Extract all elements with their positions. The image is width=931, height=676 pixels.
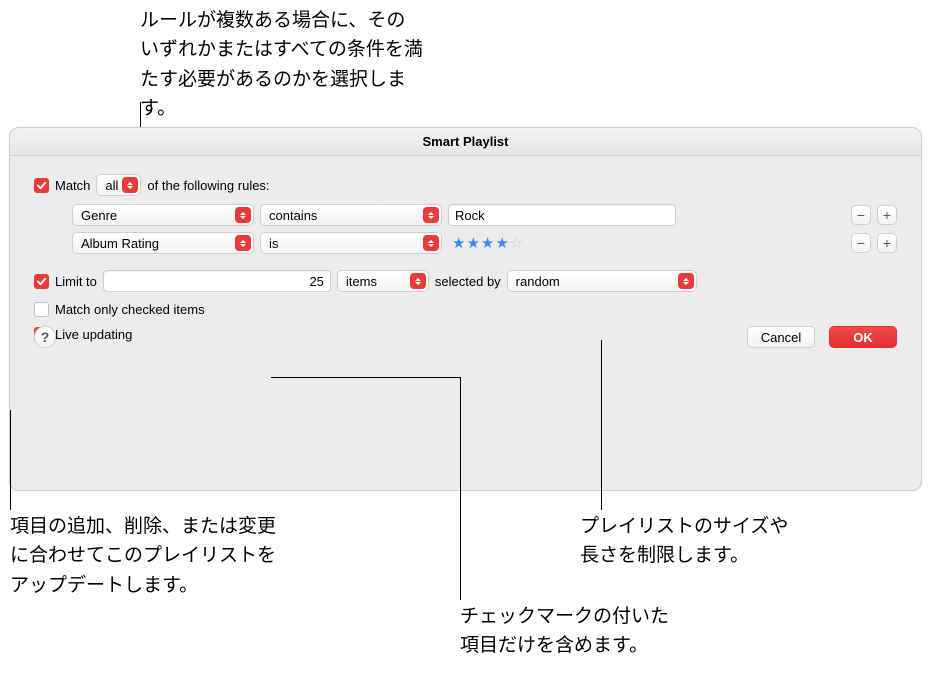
rule-field-select[interactable]: Genre: [72, 204, 254, 226]
rule-value-input[interactable]: Rock: [448, 204, 676, 226]
star-outline-icon: ☆: [510, 234, 523, 252]
add-rule-button[interactable]: +: [877, 205, 897, 225]
chevron-updown-icon: [423, 207, 439, 223]
chevron-updown-icon: [122, 177, 138, 193]
star-icon: ★: [495, 234, 508, 252]
limit-count-value: 25: [110, 274, 324, 289]
help-button[interactable]: ?: [34, 326, 56, 348]
match-row: Match all of the following rules:: [34, 174, 897, 196]
rule-field-select[interactable]: Album Rating: [72, 232, 254, 254]
limit-unit-value: items: [346, 274, 377, 289]
limit-label: Limit to: [55, 274, 97, 289]
selected-by-label: selected by: [435, 274, 501, 289]
rule-operator-value: is: [269, 236, 278, 251]
dialog-title: Smart Playlist: [10, 128, 921, 156]
match-prefix-label: Match: [55, 178, 90, 193]
remove-rule-button[interactable]: −: [851, 205, 871, 225]
chevron-updown-icon: [410, 273, 426, 289]
limit-count-input[interactable]: 25: [103, 270, 331, 292]
callout-line: [271, 377, 461, 378]
limit-checkbox[interactable]: [34, 274, 49, 289]
rule-row: Album Rating is ★ ★ ★ ★ ☆ − +: [72, 232, 897, 254]
ok-button[interactable]: OK: [829, 326, 897, 348]
callout-match-mode: ルールが複数ある場合に、その いずれかまたはすべての条件を満 たす必要があるのか…: [140, 6, 440, 124]
limit-row: Limit to 25 items selected by random: [34, 270, 897, 292]
callout-line: [601, 340, 602, 510]
callout-line: [10, 410, 11, 510]
match-checked-row: Match only checked items: [34, 302, 897, 317]
rule-field-value: Genre: [81, 208, 117, 223]
star-icon: ★: [481, 234, 494, 252]
selected-by-select[interactable]: random: [507, 270, 697, 292]
star-icon: ★: [452, 234, 465, 252]
callout-live-updating: 項目の追加、削除、または変更 に合わせてこのプレイリストを アップデートします。: [10, 512, 310, 600]
match-suffix-label: of the following rules:: [147, 178, 269, 193]
rule-field-value: Album Rating: [81, 236, 159, 251]
match-checked-label: Match only checked items: [55, 302, 205, 317]
chevron-updown-icon: [235, 207, 251, 223]
rule-value-text: Rock: [455, 208, 485, 223]
dialog-body: Match all of the following rules: Genre …: [10, 156, 921, 364]
rule-row: Genre contains Rock − +: [72, 204, 897, 226]
chevron-updown-icon: [235, 235, 251, 251]
dialog-footer: ? Cancel OK: [34, 326, 897, 348]
smart-playlist-dialog: Smart Playlist Match all of the followin…: [9, 127, 922, 491]
match-checkbox[interactable]: [34, 178, 49, 193]
rules-list: Genre contains Rock − + Album Rating: [72, 204, 897, 254]
cancel-button[interactable]: Cancel: [747, 326, 815, 348]
rule-star-rating[interactable]: ★ ★ ★ ★ ☆: [448, 232, 676, 254]
limit-unit-select[interactable]: items: [337, 270, 429, 292]
callout-limit-size: プレイリストのサイズや 長さを制限します。: [580, 512, 840, 571]
remove-rule-button[interactable]: −: [851, 233, 871, 253]
rule-operator-select[interactable]: is: [260, 232, 442, 254]
match-mode-value: all: [105, 178, 118, 193]
chevron-updown-icon: [423, 235, 439, 251]
callout-line: [460, 378, 461, 600]
chevron-updown-icon: [678, 273, 694, 289]
star-icon: ★: [466, 234, 479, 252]
match-checked-checkbox[interactable]: [34, 302, 49, 317]
rule-operator-select[interactable]: contains: [260, 204, 442, 226]
add-rule-button[interactable]: +: [877, 233, 897, 253]
rule-operator-value: contains: [269, 208, 317, 223]
match-mode-select[interactable]: all: [96, 174, 141, 196]
callout-checked-only: チェックマークの付いた 項目だけを含めます。: [460, 602, 720, 661]
selected-by-value: random: [516, 274, 560, 289]
